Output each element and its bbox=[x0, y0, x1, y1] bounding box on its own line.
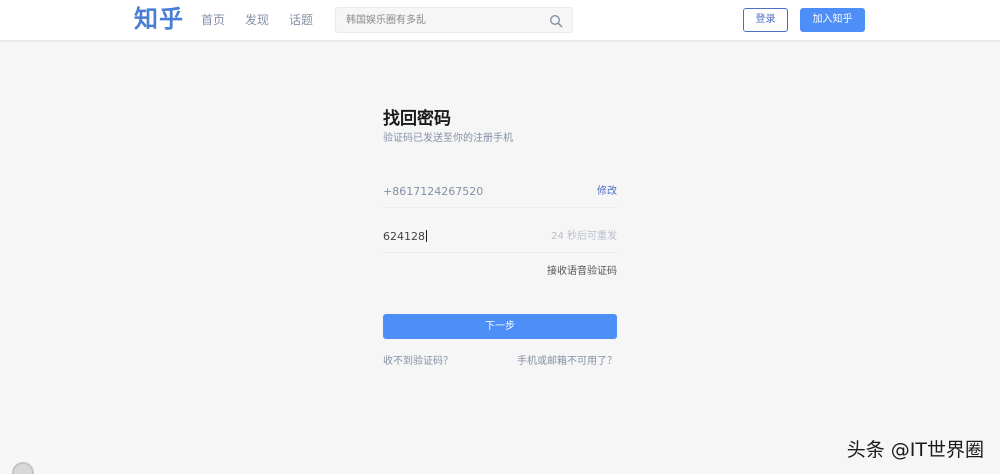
phone-number-value: +8617124267520 bbox=[383, 185, 484, 198]
change-phone-link[interactable]: 修改 bbox=[597, 186, 617, 198]
zhihu-logo[interactable]: 知乎 bbox=[134, 4, 184, 34]
resend-countdown: 24 秒后可重发 bbox=[551, 231, 617, 242]
text-caret bbox=[426, 230, 427, 242]
verification-code-value: 624128 bbox=[383, 230, 425, 243]
search-box[interactable] bbox=[335, 7, 573, 33]
top-navbar: 知乎 首页 发现 话题 登录 加入知乎 bbox=[0, 0, 1000, 40]
join-zhihu-button[interactable]: 加入知乎 bbox=[800, 8, 865, 32]
no-code-link[interactable]: 收不到验证码？ bbox=[383, 356, 453, 368]
verification-code-input[interactable]: 624128 bbox=[383, 230, 427, 244]
watermark: 头条 @IT世界圈 bbox=[846, 439, 984, 461]
corner-scroll-knob[interactable] bbox=[12, 462, 34, 474]
login-button[interactable]: 登录 bbox=[743, 8, 788, 32]
nav-discover[interactable]: 发现 bbox=[245, 12, 269, 28]
phone-field[interactable]: +8617124267520 修改 bbox=[383, 176, 617, 208]
page-subtitle: 验证码已发送至你的注册手机 bbox=[383, 133, 513, 144]
next-step-button[interactable]: 下一步 bbox=[383, 314, 617, 339]
page: 知乎 首页 发现 话题 登录 加入知乎 找回密码 验证码已发送至你的注册手机 +… bbox=[0, 0, 1000, 474]
verification-code-field[interactable]: 624128 24 秒后可重发 bbox=[383, 221, 617, 253]
voice-code-link[interactable]: 接收语音验证码 bbox=[547, 266, 617, 278]
search-input[interactable] bbox=[346, 8, 546, 32]
page-title: 找回密码 bbox=[383, 109, 451, 129]
nav-home[interactable]: 首页 bbox=[201, 12, 225, 28]
search-icon[interactable] bbox=[549, 13, 563, 28]
nav-topics[interactable]: 话题 bbox=[289, 12, 313, 28]
account-unavailable-link[interactable]: 手机或邮箱不可用了？ bbox=[517, 356, 617, 368]
